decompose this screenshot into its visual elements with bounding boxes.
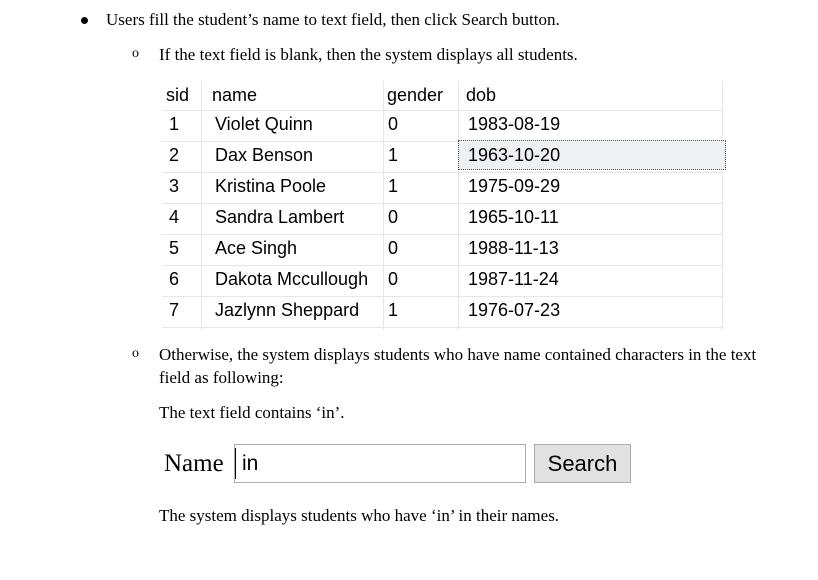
cell-gender: 0 <box>388 238 399 258</box>
search-button[interactable]: Search <box>534 444 631 483</box>
sub-bullet-text-continued: field as following: <box>159 368 284 387</box>
table-row[interactable]: 6 Dakota Mccullough 0 1987-11-24 <box>162 265 723 297</box>
cell-name: Ace Singh <box>215 238 298 258</box>
cell-sid: 3 <box>168 176 179 196</box>
cell-sid: 7 <box>168 300 179 320</box>
cell-name: Violet Quinn <box>215 114 313 134</box>
grid-header: sid name gender dob <box>162 81 723 111</box>
cell-name: Sandra Lambert <box>215 207 345 227</box>
table-row[interactable]: 3 Kristina Poole 1 1975-09-29 <box>162 172 723 204</box>
cell-dob: 1976-07-23 <box>468 300 561 320</box>
table-row[interactable]: 1 Violet Quinn 0 1983-08-19 <box>162 110 723 142</box>
column-header-dob[interactable]: dob <box>466 85 496 106</box>
cell-dob: 1963-10-20 <box>468 145 561 165</box>
column-header-sid[interactable]: sid <box>166 85 189 106</box>
name-label: Name <box>164 450 224 477</box>
cell-sid: 5 <box>168 238 179 258</box>
result-text: The system displays students who have ‘i… <box>159 506 560 525</box>
text-caret <box>235 448 236 479</box>
cell-dob: 1983-08-19 <box>468 114 561 134</box>
bullet-dot <box>81 17 88 24</box>
sub-bullet-marker: o <box>132 346 139 361</box>
cell-name: Kristina Poole <box>215 176 327 196</box>
cell-gender: 1 <box>388 145 399 165</box>
cell-gender: 1 <box>388 176 399 196</box>
cell-dob: 1965-10-11 <box>468 207 559 227</box>
students-grid[interactable]: sid name gender dob 1 Violet Quinn 0 198… <box>162 81 726 330</box>
cell-dob: 1988-11-13 <box>468 238 559 258</box>
cell-sid: 4 <box>168 207 179 227</box>
cell-name: Jazlynn Sheppard <box>215 300 360 320</box>
cell-dob: 1975-09-29 <box>468 176 561 196</box>
cell-gender: 0 <box>388 114 399 134</box>
cell-sid: 1 <box>168 114 179 134</box>
cell-sid: 6 <box>168 269 179 289</box>
sub-bullet-text: Otherwise, the system displays students … <box>159 345 757 364</box>
cell-sid: 2 <box>168 145 179 165</box>
table-row[interactable]: 4 Sandra Lambert 0 1965-10-11 <box>162 203 723 235</box>
column-header-name[interactable]: name <box>212 85 257 106</box>
cell-name: Dakota Mccullough <box>215 269 369 289</box>
sub-bullet-marker: o <box>132 46 139 61</box>
cell-gender: 0 <box>388 269 399 289</box>
table-row[interactable]: 7 Jazlynn Sheppard 1 1976-07-23 <box>162 296 723 328</box>
name-search-input[interactable]: in <box>234 444 526 483</box>
sub-bullet-text: If the text field is blank, then the sys… <box>159 45 578 64</box>
cell-name: Dax Benson <box>215 145 314 165</box>
field-contains-text: The text field contains ‘in’. <box>159 403 345 422</box>
cell-gender: 0 <box>388 207 399 227</box>
table-row[interactable]: 5 Ace Singh 0 1988-11-13 <box>162 234 723 266</box>
column-header-gender[interactable]: gender <box>387 85 443 106</box>
name-search-value: in <box>242 452 259 475</box>
cell-gender: 1 <box>388 300 399 320</box>
cell-dob: 1987-11-24 <box>468 269 559 289</box>
bullet-text: Users fill the student’s name to text fi… <box>106 10 560 29</box>
table-row[interactable]: 2 Dax Benson 1 1963-10-20 <box>162 140 726 173</box>
